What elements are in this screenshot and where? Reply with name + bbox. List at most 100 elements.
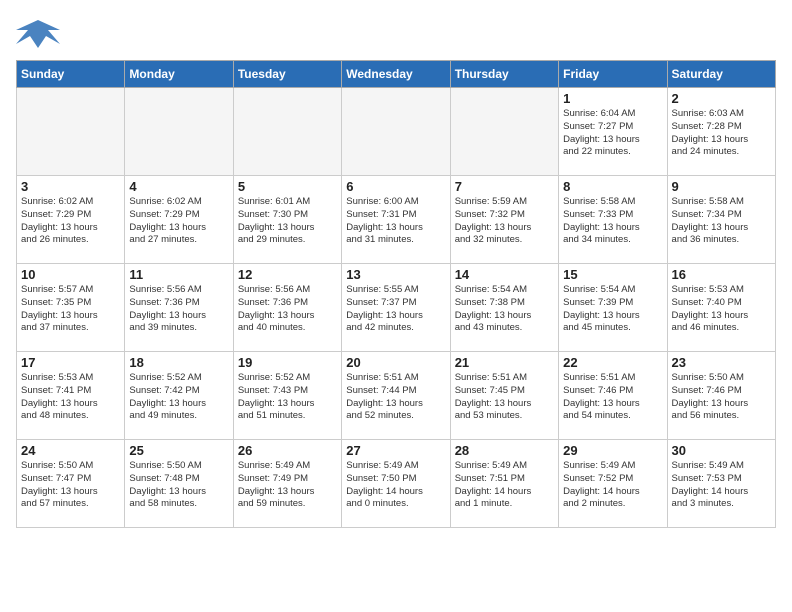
calendar-day-cell: 20 Sunrise: 5:51 AM Sunset: 7:44 PM Dayli… — [342, 352, 450, 440]
calendar-day-cell — [125, 88, 233, 176]
day-number: 8 — [563, 179, 662, 194]
day-info: Sunrise: 5:51 AM Sunset: 7:45 PM Dayligh… — [455, 372, 554, 423]
day-number: 24 — [21, 443, 120, 458]
calendar-day-cell: 16 Sunrise: 5:53 AM Sunset: 7:40 PM Dayli… — [667, 264, 775, 352]
calendar-day-cell — [450, 88, 558, 176]
day-info: Sunrise: 5:55 AM Sunset: 7:37 PM Dayligh… — [346, 284, 445, 335]
day-number: 27 — [346, 443, 445, 458]
day-number: 20 — [346, 355, 445, 370]
calendar-day-cell: 4 Sunrise: 6:02 AM Sunset: 7:29 PM Daylig… — [125, 176, 233, 264]
weekday-header: Thursday — [450, 61, 558, 88]
day-number: 15 — [563, 267, 662, 282]
calendar-day-cell: 24 Sunrise: 5:50 AM Sunset: 7:47 PM Dayli… — [17, 440, 125, 528]
calendar-week-row: 24 Sunrise: 5:50 AM Sunset: 7:47 PM Dayli… — [17, 440, 776, 528]
day-info: Sunrise: 6:03 AM Sunset: 7:28 PM Dayligh… — [672, 108, 771, 159]
day-info: Sunrise: 5:49 AM Sunset: 7:53 PM Dayligh… — [672, 460, 771, 511]
day-number: 11 — [129, 267, 228, 282]
day-number: 17 — [21, 355, 120, 370]
weekday-header: Saturday — [667, 61, 775, 88]
calendar-day-cell: 26Sunrise: 5:49 AM Sunset: 7:49 PM Dayli… — [233, 440, 341, 528]
calendar-header-row: SundayMondayTuesdayWednesdayThursdayFrid… — [17, 61, 776, 88]
day-info: Sunrise: 5:50 AM Sunset: 7:46 PM Dayligh… — [672, 372, 771, 423]
calendar-table: SundayMondayTuesdayWednesdayThursdayFrid… — [16, 60, 776, 528]
calendar-day-cell: 14 Sunrise: 5:54 AM Sunset: 7:38 PM Dayli… — [450, 264, 558, 352]
day-info: Sunrise: 5:52 AM Sunset: 7:42 PM Dayligh… — [129, 372, 228, 423]
day-info: Sunrise: 5:50 AM Sunset: 7:48 PM Dayligh… — [129, 460, 228, 511]
day-info: Sunrise: 5:56 AM Sunset: 7:36 PM Dayligh… — [238, 284, 337, 335]
calendar-day-cell — [17, 88, 125, 176]
day-number: 23 — [672, 355, 771, 370]
calendar-day-cell: 15 Sunrise: 5:54 AM Sunset: 7:39 PM Dayli… — [559, 264, 667, 352]
day-info: Sunrise: 5:59 AM Sunset: 7:32 PM Dayligh… — [455, 196, 554, 247]
day-number: 25 — [129, 443, 228, 458]
calendar-day-cell: 8 Sunrise: 5:58 AM Sunset: 7:33 PM Daylig… — [559, 176, 667, 264]
day-number: 12 — [238, 267, 337, 282]
day-number: 3 — [21, 179, 120, 194]
calendar-week-row: 10 Sunrise: 5:57 AM Sunset: 7:35 PM Dayli… — [17, 264, 776, 352]
day-info: Sunrise: 5:58 AM Sunset: 7:33 PM Dayligh… — [563, 196, 662, 247]
calendar-week-row: 17Sunrise: 5:53 AM Sunset: 7:41 PM Dayli… — [17, 352, 776, 440]
page-header — [16, 16, 776, 52]
day-info: Sunrise: 5:56 AM Sunset: 7:36 PM Dayligh… — [129, 284, 228, 335]
calendar-day-cell — [233, 88, 341, 176]
day-number: 5 — [238, 179, 337, 194]
day-number: 1 — [563, 91, 662, 106]
calendar-day-cell: 2Sunrise: 6:03 AM Sunset: 7:28 PM Daylig… — [667, 88, 775, 176]
day-info: Sunrise: 5:54 AM Sunset: 7:39 PM Dayligh… — [563, 284, 662, 335]
day-info: Sunrise: 5:49 AM Sunset: 7:49 PM Dayligh… — [238, 460, 337, 511]
weekday-header: Tuesday — [233, 61, 341, 88]
day-info: Sunrise: 5:54 AM Sunset: 7:38 PM Dayligh… — [455, 284, 554, 335]
day-info: Sunrise: 5:51 AM Sunset: 7:44 PM Dayligh… — [346, 372, 445, 423]
day-number: 19 — [238, 355, 337, 370]
calendar-day-cell: 13Sunrise: 5:55 AM Sunset: 7:37 PM Dayli… — [342, 264, 450, 352]
calendar-day-cell: 9Sunrise: 5:58 AM Sunset: 7:34 PM Daylig… — [667, 176, 775, 264]
calendar-day-cell: 27 Sunrise: 5:49 AM Sunset: 7:50 PM Dayli… — [342, 440, 450, 528]
calendar-day-cell: 28 Sunrise: 5:49 AM Sunset: 7:51 PM Dayli… — [450, 440, 558, 528]
day-info: Sunrise: 5:52 AM Sunset: 7:43 PM Dayligh… — [238, 372, 337, 423]
day-number: 22 — [563, 355, 662, 370]
calendar-day-cell: 3Sunrise: 6:02 AM Sunset: 7:29 PM Daylig… — [17, 176, 125, 264]
day-number: 30 — [672, 443, 771, 458]
day-info: Sunrise: 5:57 AM Sunset: 7:35 PM Dayligh… — [21, 284, 120, 335]
calendar-day-cell — [342, 88, 450, 176]
day-number: 14 — [455, 267, 554, 282]
day-info: Sunrise: 5:49 AM Sunset: 7:50 PM Dayligh… — [346, 460, 445, 511]
calendar-day-cell: 12 Sunrise: 5:56 AM Sunset: 7:36 PM Dayli… — [233, 264, 341, 352]
calendar-day-cell: 10 Sunrise: 5:57 AM Sunset: 7:35 PM Dayli… — [17, 264, 125, 352]
day-info: Sunrise: 6:04 AM Sunset: 7:27 PM Dayligh… — [563, 108, 662, 159]
day-number: 28 — [455, 443, 554, 458]
day-info: Sunrise: 6:00 AM Sunset: 7:31 PM Dayligh… — [346, 196, 445, 247]
calendar-week-row: 3 Sunrise: 6:02 AM Sunset: 7:29 PM Daylig… — [17, 176, 776, 264]
generalblue-logo-icon — [16, 16, 60, 52]
logo — [16, 16, 64, 52]
day-number: 10 — [21, 267, 120, 282]
calendar-day-cell: 25 Sunrise: 5:50 AM Sunset: 7:48 PM Dayli… — [125, 440, 233, 528]
day-number: 7 — [455, 179, 554, 194]
day-number: 18 — [129, 355, 228, 370]
calendar-day-cell: 29 Sunrise: 5:49 AM Sunset: 7:52 PM Dayli… — [559, 440, 667, 528]
calendar-day-cell: 30 Sunrise: 5:49 AM Sunset: 7:53 PM Dayli… — [667, 440, 775, 528]
calendar-day-cell: 11 Sunrise: 5:56 AM Sunset: 7:36 PM Dayli… — [125, 264, 233, 352]
day-info: Sunrise: 5:51 AM Sunset: 7:46 PM Dayligh… — [563, 372, 662, 423]
day-number: 4 — [129, 179, 228, 194]
day-info: Sunrise: 5:50 AM Sunset: 7:47 PM Dayligh… — [21, 460, 120, 511]
calendar-day-cell: 7 Sunrise: 5:59 AM Sunset: 7:32 PM Daylig… — [450, 176, 558, 264]
day-info: Sunrise: 5:49 AM Sunset: 7:52 PM Dayligh… — [563, 460, 662, 511]
day-info: Sunrise: 5:58 AM Sunset: 7:34 PM Dayligh… — [672, 196, 771, 247]
weekday-header: Sunday — [17, 61, 125, 88]
calendar-day-cell: 18 Sunrise: 5:52 AM Sunset: 7:42 PM Dayli… — [125, 352, 233, 440]
day-info: Sunrise: 5:49 AM Sunset: 7:51 PM Dayligh… — [455, 460, 554, 511]
calendar-day-cell: 22 Sunrise: 5:51 AM Sunset: 7:46 PM Dayli… — [559, 352, 667, 440]
calendar-day-cell: 6Sunrise: 6:00 AM Sunset: 7:31 PM Daylig… — [342, 176, 450, 264]
day-info: Sunrise: 5:53 AM Sunset: 7:40 PM Dayligh… — [672, 284, 771, 335]
calendar-day-cell: 1 Sunrise: 6:04 AM Sunset: 7:27 PM Daylig… — [559, 88, 667, 176]
day-number: 29 — [563, 443, 662, 458]
weekday-header: Monday — [125, 61, 233, 88]
day-number: 16 — [672, 267, 771, 282]
weekday-header: Wednesday — [342, 61, 450, 88]
calendar-day-cell: 21 Sunrise: 5:51 AM Sunset: 7:45 PM Dayli… — [450, 352, 558, 440]
day-info: Sunrise: 6:02 AM Sunset: 7:29 PM Dayligh… — [129, 196, 228, 247]
calendar-day-cell: 23 Sunrise: 5:50 AM Sunset: 7:46 PM Dayli… — [667, 352, 775, 440]
calendar-day-cell: 5Sunrise: 6:01 AM Sunset: 7:30 PM Daylig… — [233, 176, 341, 264]
day-number: 21 — [455, 355, 554, 370]
